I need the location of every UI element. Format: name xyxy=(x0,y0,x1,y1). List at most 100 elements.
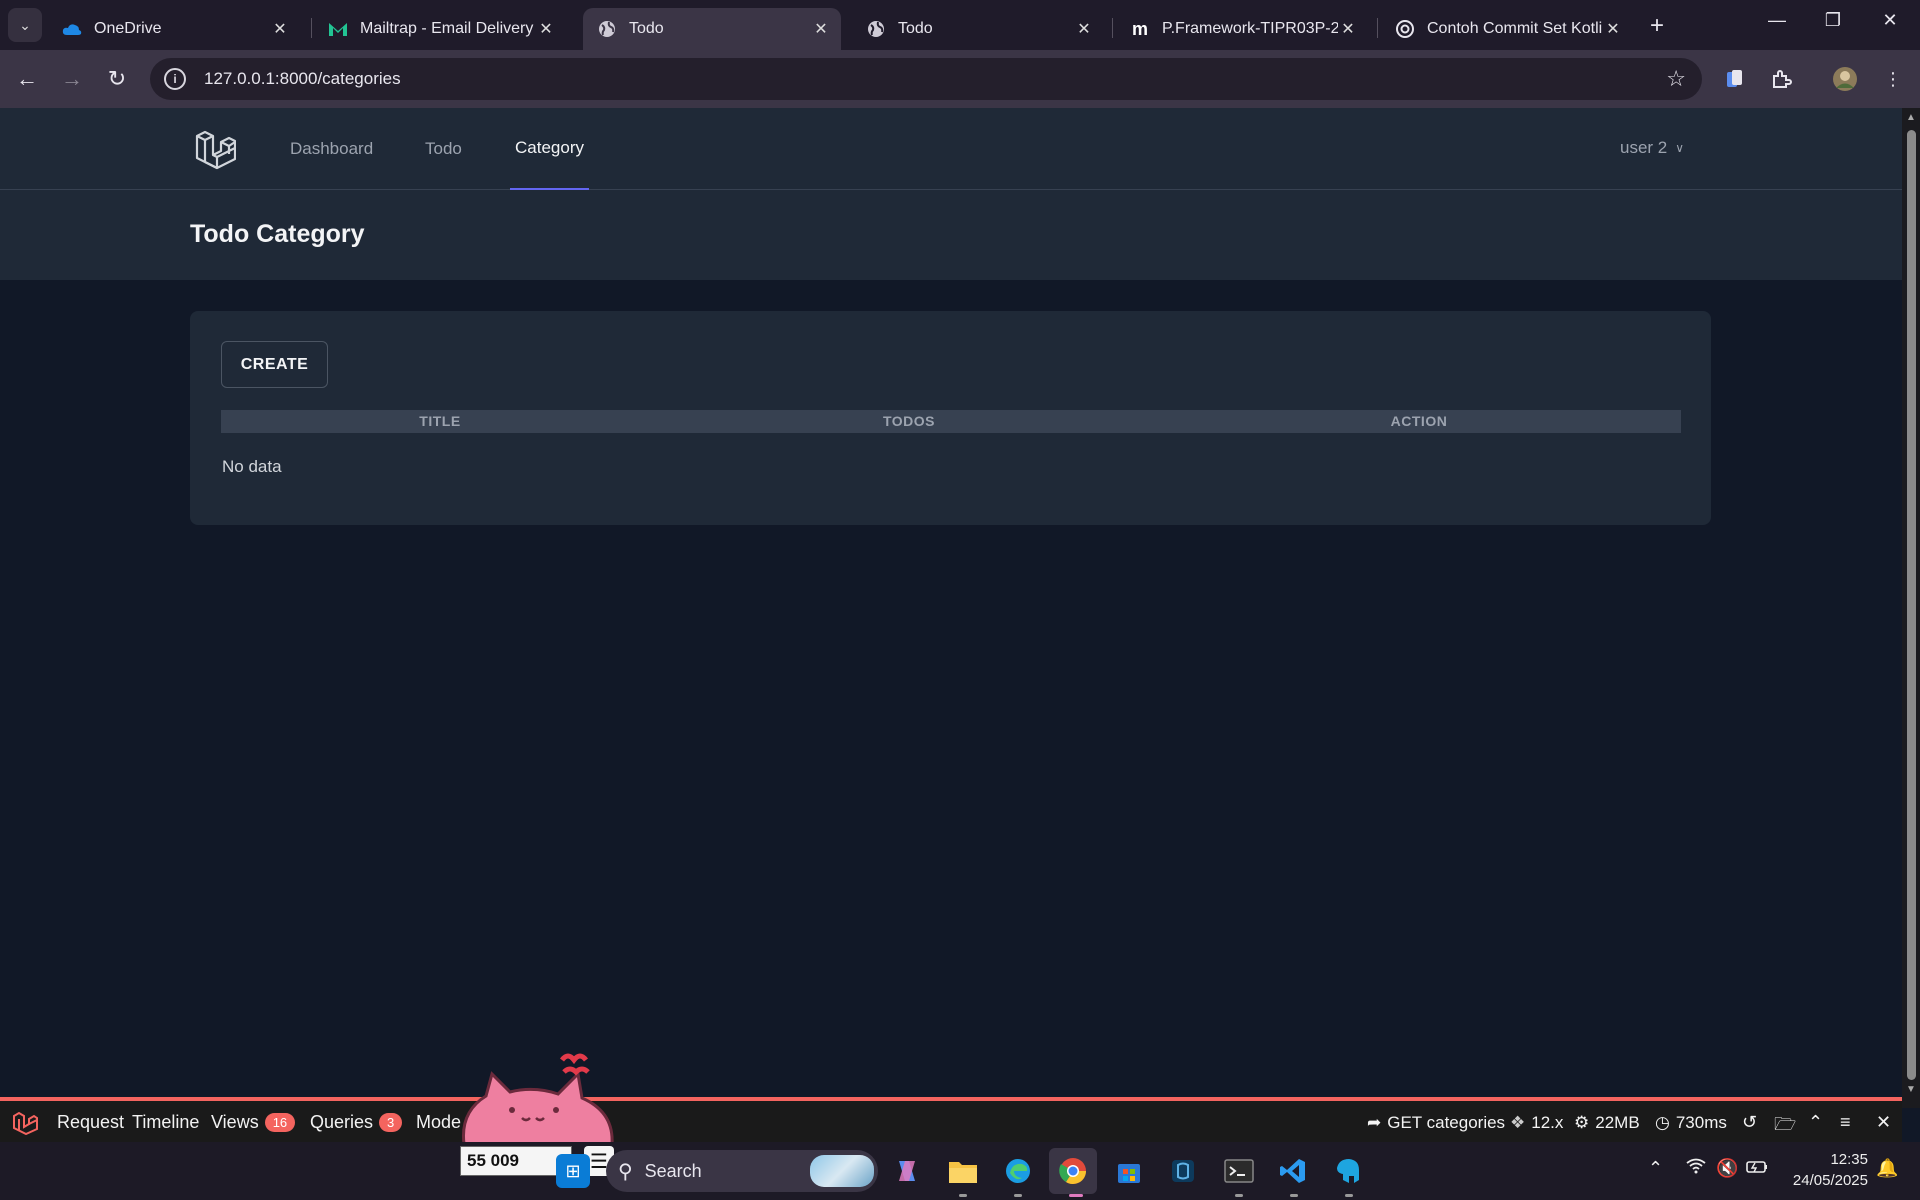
plus-icon: + xyxy=(1650,12,1665,39)
debugbar-time[interactable]: ◷ 730ms xyxy=(1655,1113,1727,1133)
debugbar-logo-icon[interactable] xyxy=(12,1111,38,1136)
browser-tab-chatgpt[interactable]: Contoh Commit Set Kotlin ✕ xyxy=(1381,8,1633,50)
close-icon[interactable]: ✕ xyxy=(1876,1112,1891,1133)
extensions-icon[interactable] xyxy=(1768,66,1794,92)
tab-search-button[interactable]: ⌄ xyxy=(8,8,42,42)
user-name: user 2 xyxy=(1620,138,1668,157)
debugbar-memory[interactable]: ⚙ 22MB xyxy=(1574,1113,1640,1133)
column-header-todos: TODOS xyxy=(882,413,936,429)
debugbar-version: ❖ 12.x xyxy=(1510,1113,1563,1133)
debugbar-tab-timeline[interactable]: Timeline xyxy=(132,1112,199,1133)
browser-tab-onedrive[interactable]: OneDrive ✕ xyxy=(48,8,300,50)
empty-state-text: No data xyxy=(222,457,282,476)
vertical-scrollbar[interactable]: ▲ ▼ xyxy=(1902,108,1920,1108)
close-icon: ✕ xyxy=(1882,10,1898,30)
file-explorer-icon[interactable] xyxy=(946,1154,980,1188)
side-panel-icon[interactable] xyxy=(1722,66,1748,92)
scrollbar-thumb[interactable] xyxy=(1907,130,1916,1080)
user-dropdown[interactable]: user 2 ∨ xyxy=(1620,138,1684,158)
battery-icon[interactable] xyxy=(1746,1158,1768,1179)
close-window-button[interactable]: ✕ xyxy=(1870,10,1910,31)
profile-avatar[interactable] xyxy=(1832,66,1858,92)
debugbar-tab-label: Queries xyxy=(310,1112,374,1132)
browser-tab-todo-active[interactable]: Todo ✕ xyxy=(583,8,841,50)
debugbar-tab-queries[interactable]: Queries 3 xyxy=(310,1112,403,1133)
nav-category[interactable]: Category xyxy=(510,108,589,190)
browser-tab-todo[interactable]: Todo ✕ xyxy=(852,8,1104,50)
onedrive-icon xyxy=(62,19,82,39)
chatbot-app-icon[interactable] xyxy=(1331,1154,1365,1188)
page-header: Todo Category xyxy=(0,190,1902,280)
windows-start-icon[interactable]: ⊞ xyxy=(556,1154,590,1188)
new-tab-button[interactable]: + xyxy=(1650,12,1664,40)
chevron-up-icon[interactable]: ⌃ xyxy=(1648,1158,1663,1179)
clock-icon: ◷ xyxy=(1655,1113,1670,1132)
folder-open-icon[interactable]: 🗁 xyxy=(1774,1112,1796,1142)
wifi-icon[interactable] xyxy=(1686,1158,1706,1179)
nav-todo[interactable]: Todo xyxy=(425,108,462,190)
history-icon[interactable]: ↺ xyxy=(1742,1112,1757,1133)
speaker-muted-icon[interactable]: 🔇 xyxy=(1716,1158,1738,1179)
terminal-icon[interactable] xyxy=(1222,1154,1256,1188)
mailtrap-icon xyxy=(328,19,348,39)
chevron-down-icon: ∨ xyxy=(1675,141,1685,155)
browser-tab-strip: ⌄ OneDrive ✕ Mailtrap - Email Delivery P… xyxy=(0,0,1920,50)
laravel-icon: ❖ xyxy=(1510,1113,1526,1132)
clock-date: 24/05/2025 xyxy=(1792,1172,1868,1189)
settings-sliders-icon[interactable]: ≡ xyxy=(1840,1112,1851,1133)
nav-dashboard[interactable]: Dashboard xyxy=(290,108,373,190)
restore-button[interactable]: ❐ xyxy=(1813,10,1853,31)
arrow-left-icon: ← xyxy=(16,66,38,91)
laravel-logo-icon[interactable] xyxy=(194,128,237,170)
back-button[interactable]: ← xyxy=(12,64,42,94)
debugbar-tab-views[interactable]: Views 16 xyxy=(211,1112,296,1133)
copilot-icon[interactable] xyxy=(890,1154,924,1188)
site-info-icon[interactable]: i xyxy=(164,68,186,90)
browser-menu-icon[interactable]: ⋮ xyxy=(1880,66,1906,92)
debugbar-tab-label: Views xyxy=(211,1112,259,1132)
version-text: 12.x xyxy=(1531,1113,1564,1132)
debugbar-tab-label: Request xyxy=(57,1112,125,1132)
tab-title: Todo xyxy=(898,20,933,37)
close-icon[interactable]: ✕ xyxy=(811,19,831,39)
url-text[interactable]: 127.0.0.1:8000/categories xyxy=(204,69,401,89)
browser-toolbar: ← → ↻ i 127.0.0.1:8000/categories ☆ ⋮ xyxy=(0,50,1920,108)
scroll-down-icon[interactable]: ▼ xyxy=(1906,1084,1916,1095)
taskbar-clock[interactable]: 12:35 24/05/2025 xyxy=(1780,1149,1868,1191)
edge-icon[interactable] xyxy=(1001,1154,1035,1188)
forward-button[interactable]: → xyxy=(57,64,87,94)
notification-bell-icon[interactable]: 🔔 xyxy=(1876,1158,1898,1179)
restore-icon: ❐ xyxy=(1824,10,1842,30)
running-indicator xyxy=(1014,1194,1022,1197)
chevron-up-icon[interactable]: ⌃ xyxy=(1808,1112,1823,1133)
debugbar-route[interactable]: ➦ GET categories xyxy=(1367,1113,1505,1133)
browser-tab-moodle[interactable]: m P.Framework-TIPR03P-202 ✕ xyxy=(1116,8,1368,50)
minimize-icon: — xyxy=(1768,10,1786,30)
scroll-up-icon[interactable]: ▲ xyxy=(1906,112,1916,123)
close-icon[interactable]: ✕ xyxy=(1338,19,1358,39)
share-arrow-icon: ➦ xyxy=(1367,1113,1382,1132)
microsoft-store-icon[interactable] xyxy=(1112,1154,1146,1188)
reload-icon: ↻ xyxy=(107,66,127,91)
minimize-button[interactable]: — xyxy=(1757,10,1797,31)
create-button[interactable]: CREATE xyxy=(221,341,328,388)
bookmark-star-icon[interactable]: ☆ xyxy=(1666,66,1686,92)
taskbar-search[interactable]: ⚲ Search xyxy=(606,1150,878,1192)
close-icon[interactable]: ✕ xyxy=(1074,19,1094,39)
tab-title: Contoh Commit Set Kotlin xyxy=(1427,20,1603,37)
debugbar-tab-request[interactable]: Request xyxy=(57,1112,124,1133)
mysql-workbench-icon[interactable] xyxy=(1166,1154,1200,1188)
route-text: GET categories xyxy=(1387,1113,1506,1132)
views-count-badge: 16 xyxy=(264,1113,296,1132)
close-icon[interactable]: ✕ xyxy=(270,19,290,39)
chrome-icon[interactable] xyxy=(1049,1148,1097,1194)
close-icon[interactable]: ✕ xyxy=(536,19,556,39)
address-bar[interactable]: i 127.0.0.1:8000/categories ☆ xyxy=(150,58,1702,100)
reload-button[interactable]: ↻ xyxy=(102,64,132,94)
page-viewport: Dashboard Todo Category user 2 ∨ Todo Ca… xyxy=(0,108,1902,1098)
vscode-icon[interactable] xyxy=(1276,1154,1310,1188)
close-icon[interactable]: ✕ xyxy=(1603,19,1623,39)
browser-tab-mailtrap[interactable]: Mailtrap - Email Delivery Pl ✕ xyxy=(314,8,566,50)
moodle-icon: m xyxy=(1131,18,1148,39)
tab-separator xyxy=(1377,18,1378,38)
